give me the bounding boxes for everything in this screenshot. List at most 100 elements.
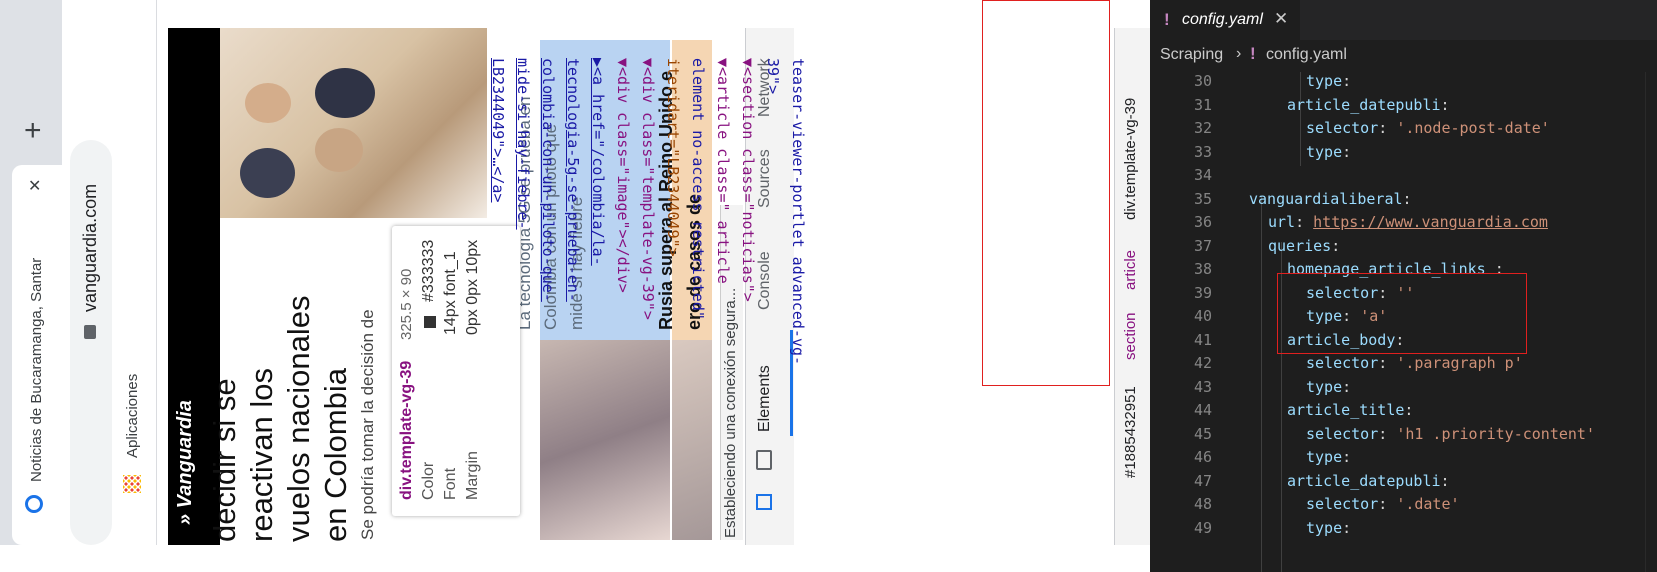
tab-elements[interactable]: Elements: [756, 365, 774, 432]
indent-guide: [1300, 72, 1301, 166]
dom-line[interactable]: ▶<a href="/colombia/la-: [585, 58, 610, 365]
yaml-key: type: [1306, 377, 1343, 396]
line-number: 36: [1193, 213, 1212, 231]
headline-line[interactable]: decidir si se: [206, 296, 243, 542]
yaml-value: '.node-post-date': [1396, 119, 1550, 137]
line-number: 49: [1193, 518, 1212, 537]
code-line[interactable]: selector: '.date': [1306, 495, 1460, 513]
dom-tree[interactable]: teaser-viewer-portlet advanced-vg- 39"> …: [485, 58, 810, 365]
close-icon[interactable]: ✕: [1274, 9, 1288, 29]
device-toolbar-icon[interactable]: [756, 450, 772, 470]
yaml-key: selector: [1306, 495, 1379, 513]
line-number: 47: [1193, 471, 1212, 490]
tab-title: Noticias de Bucaramanga, Santar: [28, 257, 45, 482]
breadcrumb-file[interactable]: config.yaml: [1266, 46, 1347, 64]
tooltip-element-name: div.template-vg-39: [398, 360, 415, 500]
breadcrumb-section[interactable]: section: [1122, 312, 1139, 360]
dom-line[interactable]: mide-si-hay-fiebre-: [510, 58, 535, 365]
tooltip-size: 325.5 × 90: [398, 268, 415, 340]
yaml-key: vanguardialiberal: [1249, 189, 1403, 208]
code-line[interactable]: vanguardialiberal:: [1249, 190, 1412, 208]
dom-line[interactable]: ▼<article class=" article: [710, 58, 735, 365]
headline[interactable]: decidir si se reactivan los vuelos nacio…: [206, 296, 354, 542]
dom-line[interactable]: teaser-viewer-portlet advanced-vg-: [785, 58, 810, 365]
yaml-key: url: [1268, 213, 1296, 231]
line-number: 35: [1193, 189, 1212, 208]
highlight-box-yaml: [1277, 273, 1527, 354]
dom-line[interactable]: colombia-con-un-piloto-que-: [535, 58, 560, 365]
tooltip-row-color-value: #333333: [420, 239, 437, 302]
breadcrumb-article[interactable]: article: [1122, 250, 1139, 290]
breadcrumb-selected[interactable]: div.template-vg-39: [1122, 98, 1139, 220]
tooltip-row-font-label: Font: [442, 467, 459, 500]
headline-subtext: Se podría tomar la decisión de: [358, 309, 377, 540]
headline-line[interactable]: en Colombia: [317, 296, 354, 542]
dom-line[interactable]: element no-access restricted": [685, 58, 710, 365]
line-number: 38: [1193, 260, 1212, 278]
line-number: 48: [1193, 495, 1212, 513]
code-line[interactable]: article_title:: [1287, 401, 1413, 419]
bookmarks-apps-label[interactable]: Aplicaciones: [124, 374, 141, 458]
code-line[interactable]: type:: [1306, 143, 1351, 161]
yaml-key: article_datepubli: [1287, 95, 1441, 114]
code-line[interactable]: type:: [1306, 448, 1351, 466]
code-line[interactable]: type:: [1306, 378, 1351, 396]
news-card-photo[interactable]: [540, 340, 670, 540]
yaml-key: type: [1306, 448, 1343, 466]
code-line[interactable]: selector: '.paragraph p': [1306, 354, 1523, 372]
yaml-separator: :: [1440, 95, 1450, 114]
yaml-key: article_datepubli: [1287, 471, 1441, 490]
dom-line[interactable]: tecnologia-5g-se-prueba-en-: [560, 58, 585, 365]
site-logo[interactable]: » Vanguardia: [174, 400, 197, 525]
line-number: 33: [1193, 142, 1212, 161]
yaml-separator: :: [1342, 518, 1352, 537]
yaml-separator: :: [1378, 424, 1397, 443]
code-line[interactable]: url: https://www.vanguardia.com: [1268, 213, 1548, 231]
code-line[interactable]: selector: '.node-post-date': [1306, 119, 1550, 137]
dom-line[interactable]: LB2344049">…</a>: [485, 58, 510, 365]
news-card-photo-2[interactable]: [672, 340, 712, 540]
editor-scrollbar[interactable]: [1645, 72, 1657, 572]
highlight-box-anchor: [982, 0, 1110, 386]
line-number: 40: [1193, 307, 1212, 325]
code-line[interactable]: queries:: [1268, 237, 1340, 255]
headline-line[interactable]: vuelos nacionales: [280, 296, 317, 542]
dom-line[interactable]: ▼<section class="noticias">: [735, 58, 760, 365]
dom-line[interactable]: iteridart="LB2344049">: [660, 58, 685, 365]
breadcrumb: Scraping › ! config.yaml: [1150, 40, 1657, 72]
new-tab-button[interactable]: +: [24, 114, 42, 148]
dom-line[interactable]: ▼<div class="template-vg-39">: [635, 58, 660, 365]
hero-photo[interactable]: [220, 28, 487, 218]
code-line[interactable]: selector: 'h1 .priority-content': [1306, 425, 1595, 443]
apps-grid-icon[interactable]: [123, 475, 141, 493]
inspect-element-icon[interactable]: [756, 494, 772, 510]
url-text[interactable]: vanguardia.com: [80, 184, 101, 312]
breadcrumb-folder[interactable]: Scraping: [1160, 46, 1223, 64]
code-line[interactable]: type:: [1306, 72, 1351, 90]
code-line[interactable]: type:: [1306, 519, 1351, 537]
line-number: 42: [1193, 354, 1212, 372]
yaml-separator: :: [1342, 377, 1352, 396]
headline-line[interactable]: reactivan los: [243, 296, 280, 542]
dom-line[interactable]: ▼<div class="image"></div>: [610, 58, 635, 365]
close-tab-icon[interactable]: ✕: [28, 176, 41, 196]
tooltip-row-margin-label: Margin: [464, 451, 481, 500]
editor-tab[interactable]: ! config.yaml ✕: [1150, 0, 1300, 41]
editor-tab-label[interactable]: config.yaml: [1182, 11, 1263, 29]
yaml-key: type: [1306, 142, 1343, 161]
code-line[interactable]: article_datepubli:: [1287, 472, 1450, 490]
yaml-key: type: [1306, 518, 1343, 537]
yaml-separator: :: [1378, 495, 1397, 513]
yaml-separator: :: [1342, 72, 1352, 90]
yaml-separator: :: [1378, 119, 1397, 137]
yaml-separator: :: [1295, 213, 1314, 231]
breadcrumb-id[interactable]: #1885432951: [1122, 386, 1139, 478]
chevron-right-icon: ›: [1236, 45, 1242, 62]
yaml-key: selector: [1306, 119, 1379, 137]
code-line[interactable]: article_datepubli:: [1287, 96, 1450, 114]
dom-line[interactable]: 39">: [760, 58, 785, 365]
line-number: 43: [1193, 377, 1212, 396]
yaml-key: queries: [1268, 236, 1332, 255]
lock-icon[interactable]: [84, 325, 96, 339]
yaml-separator: :: [1342, 142, 1352, 161]
